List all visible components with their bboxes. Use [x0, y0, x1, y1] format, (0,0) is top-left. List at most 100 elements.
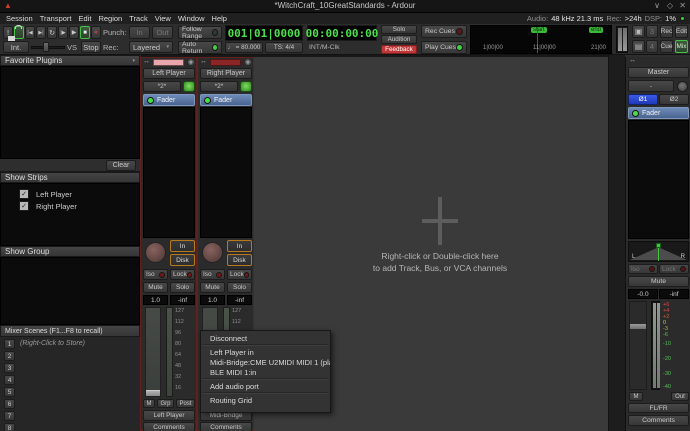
- menu-item-disconnect[interactable]: Disconnect: [201, 333, 330, 343]
- cue-page-button[interactable]: Cue: [660, 40, 673, 53]
- menu-item-ble-midi-port[interactable]: BLE MIDI 1:in: [201, 367, 330, 377]
- checkbox-checked-icon[interactable]: ✓: [19, 189, 29, 199]
- solo-lock-button[interactable]: Lock: [227, 269, 252, 280]
- master-name-button[interactable]: Master: [628, 67, 689, 78]
- favorite-plugins-header[interactable]: Favorite Plugins ▾: [0, 55, 140, 66]
- peak-display[interactable]: -inf: [170, 295, 195, 305]
- menu-view[interactable]: View: [152, 13, 175, 24]
- minimize-icon[interactable]: ∨: [654, 1, 660, 10]
- processor-box[interactable]: [628, 120, 689, 239]
- close-icon[interactable]: ✕: [679, 1, 686, 10]
- title-bar[interactable]: ▲ *WitchCraft_10GreatStandards - Ardour …: [0, 0, 690, 13]
- scene-button-4[interactable]: 4: [4, 375, 15, 385]
- menu-item-left-player-in[interactable]: Left Player in: [201, 347, 330, 357]
- scene-button-5[interactable]: 5: [4, 387, 15, 397]
- gain-display[interactable]: 1.0: [143, 295, 168, 305]
- disk-monitor-button[interactable]: Disk: [170, 254, 195, 266]
- trim-knob[interactable]: [202, 242, 223, 263]
- record-enable-button[interactable]: In: [227, 240, 252, 252]
- shuttle-mode-button[interactable]: Stop: [81, 41, 101, 53]
- comments-button[interactable]: Comments: [628, 415, 689, 426]
- group-button[interactable]: Grp: [157, 399, 174, 408]
- play-range-button[interactable]: |▶: [58, 26, 68, 39]
- solo-lock-button[interactable]: Lock: [659, 264, 689, 274]
- rec-cues-button[interactable]: Rec Cues: [421, 25, 467, 38]
- checkbox-checked-icon[interactable]: ✓: [19, 201, 29, 211]
- follow-range-button[interactable]: Follow Range: [178, 26, 222, 39]
- menu-window[interactable]: Window: [175, 13, 209, 24]
- transport-lock-button[interactable]: [14, 26, 24, 39]
- width-icon[interactable]: ↔: [629, 57, 636, 64]
- mute-button[interactable]: Mute: [200, 282, 225, 293]
- strip-name-button[interactable]: Left Player: [143, 68, 195, 79]
- record-enable-button[interactable]: In: [170, 240, 195, 252]
- strip-scroll-gutter[interactable]: [608, 55, 625, 431]
- meter-out-button[interactable]: Out: [671, 392, 689, 401]
- phase-invert-1-button[interactable]: Ø1: [628, 94, 658, 105]
- fader-processor-row[interactable]: Fader: [143, 94, 195, 106]
- meter-point-button[interactable]: Post: [176, 399, 195, 408]
- comments-button[interactable]: Comments: [200, 422, 252, 431]
- start-marker[interactable]: start: [531, 27, 547, 33]
- solo-isolate-button[interactable]: Iso: [200, 269, 225, 280]
- menu-session[interactable]: Session: [3, 13, 37, 24]
- gain-display[interactable]: 1.0: [200, 295, 225, 305]
- meter-type-button[interactable]: M: [143, 399, 155, 408]
- processor-box[interactable]: [200, 107, 252, 238]
- meterbridge-button[interactable]: ▤: [632, 40, 645, 53]
- scene-button-2[interactable]: 2: [4, 351, 15, 361]
- sync-status-button[interactable]: INT/M-Clk: [309, 42, 340, 53]
- goto-start-button[interactable]: |◀: [25, 26, 35, 39]
- output-button[interactable]: FL/FR: [628, 403, 689, 413]
- solo-button[interactable]: Solo: [227, 282, 252, 293]
- group-list[interactable]: [0, 257, 140, 325]
- favorite-plugins-list[interactable]: [0, 66, 140, 159]
- strip-input-button[interactable]: *2*: [143, 81, 181, 92]
- master-pan-knob[interactable]: [677, 81, 688, 92]
- width-icon[interactable]: ↔: [200, 58, 207, 65]
- meter-type-button[interactable]: M: [629, 392, 643, 401]
- mini-timeline[interactable]: start end 1|00|00 11|00|00 21|00: [470, 25, 612, 54]
- fader-handle[interactable]: [630, 324, 646, 329]
- processor-led[interactable]: [204, 97, 211, 104]
- goto-end-button[interactable]: ▶|: [36, 26, 46, 39]
- hide-icon[interactable]: ◉: [245, 58, 251, 66]
- feedback-indicator-button[interactable]: Feedback: [381, 45, 417, 54]
- timesig-button[interactable]: TS: 4/4: [265, 42, 303, 53]
- auto-return-button[interactable]: Auto Return: [178, 41, 222, 54]
- menu-item-midi-bridge-port[interactable]: Midi-Bridge:CME U2MIDI MIDI 1 (playback): [201, 357, 330, 367]
- sync-source-button[interactable]: Int.: [3, 41, 29, 53]
- processor-led[interactable]: [632, 110, 639, 117]
- fader[interactable]: [629, 301, 647, 390]
- mute-button[interactable]: Mute: [628, 276, 689, 287]
- output-button[interactable]: Left Player: [143, 410, 195, 421]
- shuttle-slider[interactable]: [31, 41, 65, 53]
- audition-indicator-button[interactable]: Audition: [381, 35, 417, 44]
- scene-button-7[interactable]: 7: [4, 411, 15, 421]
- clear-button[interactable]: Clear: [106, 160, 136, 171]
- varispeed-label[interactable]: VS: [67, 41, 77, 53]
- width-icon[interactable]: ↔: [143, 58, 150, 65]
- phase-invert-2-button[interactable]: Ø2: [659, 94, 689, 105]
- mixer-page-button[interactable]: Mix: [675, 40, 688, 53]
- menu-transport[interactable]: Transport: [37, 13, 76, 24]
- strip-color-bar[interactable]: [210, 59, 241, 66]
- scene-button-8[interactable]: 8: [4, 423, 15, 431]
- gain-display[interactable]: -0.0: [628, 289, 658, 299]
- scene-button-6[interactable]: 6: [4, 399, 15, 409]
- play-button[interactable]: ▶: [69, 26, 79, 39]
- primary-clock[interactable]: 001|01|0000: [225, 25, 303, 41]
- menu-edit[interactable]: Edit: [76, 13, 96, 24]
- editor-page-button[interactable]: Edit: [675, 25, 688, 38]
- peak-display[interactable]: -inf: [659, 289, 689, 299]
- strip-input-button[interactable]: *2*: [200, 81, 238, 92]
- mute-button[interactable]: Mute: [143, 282, 168, 293]
- punch-in-button[interactable]: In: [129, 26, 150, 39]
- maximize-icon[interactable]: ◇: [667, 1, 673, 10]
- solo-button[interactable]: Solo: [170, 282, 195, 293]
- processor-box[interactable]: [143, 107, 195, 238]
- record-button[interactable]: ●: [91, 26, 101, 39]
- hide-icon[interactable]: ◉: [188, 58, 194, 66]
- fader-processor-row[interactable]: Fader: [628, 107, 689, 119]
- fader-handle[interactable]: [146, 390, 160, 396]
